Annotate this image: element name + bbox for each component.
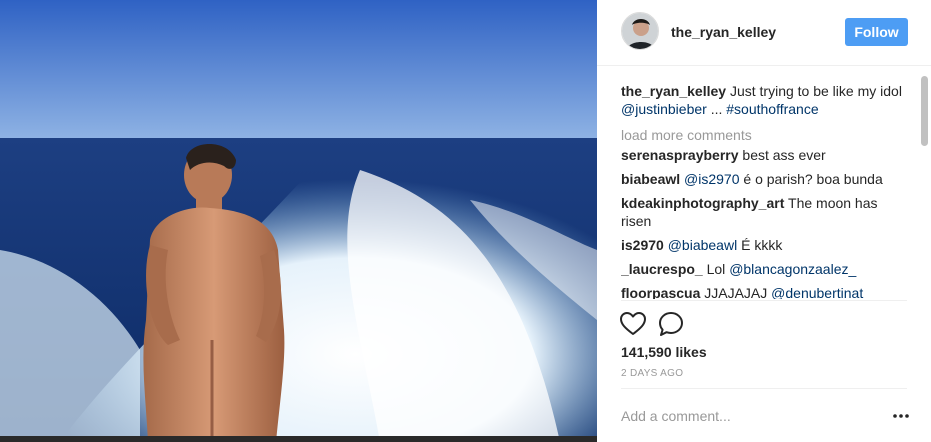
comment-username[interactable]: floorpascua	[621, 285, 700, 299]
comment-text: best ass ever	[738, 147, 826, 163]
comment-mention[interactable]: @denubertinat	[771, 285, 863, 299]
comment-item: floorpascua JJAJAJAJ @denubertinat	[621, 284, 909, 299]
comment-item: is2970 @biabeawl É kkkk	[621, 236, 909, 254]
comment-mention[interactable]: @is2970	[684, 171, 739, 187]
caption-mention[interactable]: @justinbieber	[621, 101, 707, 117]
divider	[621, 388, 907, 389]
comment-mention[interactable]: @blancagonzaalez_	[729, 261, 856, 277]
comment-item: serenasprayberry best ass ever	[621, 146, 909, 164]
post-photo	[0, 0, 597, 442]
comment-username[interactable]: is2970	[621, 237, 664, 253]
comment-username[interactable]: _laucrespo_	[621, 261, 703, 277]
comments-scrollbar-thumb[interactable]	[921, 76, 928, 146]
add-comment-input[interactable]	[621, 405, 871, 427]
comment-username[interactable]: biabeawl	[621, 171, 680, 187]
comment-text: É kkkk	[737, 237, 783, 253]
post-timestamp[interactable]: 2 DAYS AGO	[621, 368, 683, 379]
post-caption: the_ryan_kelley Just trying to be like m…	[621, 82, 909, 118]
comment-username[interactable]: kdeakinphotography_art	[621, 195, 784, 211]
comment-text: é o parish? boa bunda	[739, 171, 883, 187]
load-more-comments-link[interactable]: load more comments	[621, 126, 909, 144]
comment-text: Lol	[702, 261, 730, 277]
divider	[621, 300, 907, 301]
caption-separator: ...	[706, 101, 727, 117]
comment-text: JJAJAJAJ	[700, 285, 772, 299]
comment-item: _laucrespo_ Lol @blancagonzaalez_	[621, 260, 909, 278]
avatar-image	[622, 13, 658, 49]
comment-bubble-icon[interactable]	[657, 310, 685, 338]
comment-username[interactable]: serenasprayberry	[621, 147, 739, 163]
heart-icon[interactable]	[619, 310, 647, 338]
comments-list: the_ryan_kelley Just trying to be like m…	[621, 82, 909, 299]
caption-hashtag[interactable]: #southoffrance	[726, 101, 818, 117]
caption-username[interactable]: the_ryan_kelley	[621, 83, 726, 99]
header-username[interactable]: the_ryan_kelley	[671, 24, 776, 40]
comment-item: kdeakinphotography_art The moon has rise…	[621, 194, 909, 230]
post-image[interactable]	[0, 0, 597, 442]
follow-button[interactable]: Follow	[845, 18, 908, 46]
comment-item: biabeawl @is2970 é o parish? boa bunda	[621, 170, 909, 188]
caption-text: Just trying to be like my idol	[726, 83, 902, 99]
comment-mention[interactable]: @biabeawl	[668, 237, 737, 253]
post-header: the_ryan_kelley Follow	[597, 0, 931, 66]
avatar[interactable]	[621, 12, 659, 50]
likes-count[interactable]: 141,590 likes	[621, 344, 707, 360]
ellipsis-icon[interactable]	[891, 406, 911, 426]
post-details-panel: the_ryan_kelley Follow the_ryan_kelley J…	[597, 0, 931, 442]
